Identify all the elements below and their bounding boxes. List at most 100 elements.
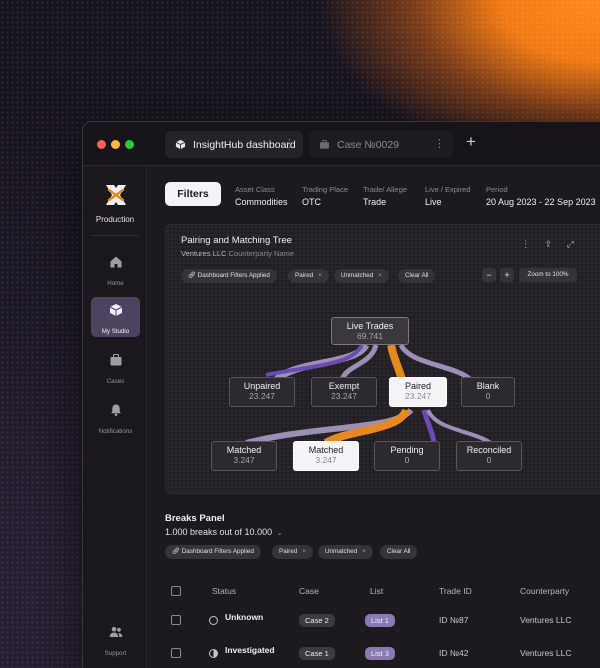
tab-label: InsightHub dashboard bbox=[193, 138, 296, 151]
breaks-table-header: Status Case List Trade ID Counterparty bbox=[148, 586, 600, 600]
node-value: 69.741 bbox=[357, 331, 383, 341]
node-label: Reconciled bbox=[466, 445, 512, 455]
chip-remove-icon[interactable]: × bbox=[362, 548, 366, 555]
sidebar-item-label: Cases bbox=[106, 378, 125, 385]
briefcase-icon bbox=[110, 353, 121, 366]
column-header-status[interactable]: Status bbox=[212, 586, 236, 596]
filters-button[interactable]: Filters bbox=[165, 182, 221, 206]
column-header-list[interactable]: List bbox=[370, 586, 383, 596]
breaks-count-label: 1.000 breaks out of 10.000 bbox=[165, 527, 273, 537]
tab-insighthub-dashboard[interactable]: InsightHub dashboard ⋮ bbox=[165, 131, 303, 158]
chip-remove-icon[interactable]: × bbox=[302, 548, 306, 555]
briefcase-icon bbox=[319, 139, 330, 149]
filter-value: Live bbox=[425, 197, 442, 207]
node-label: Pending bbox=[390, 445, 424, 455]
tab-menu-icon[interactable]: ⋮ bbox=[434, 137, 445, 150]
node-label: Matched bbox=[226, 445, 262, 455]
link-paired-reconciled bbox=[426, 409, 493, 445]
breaks-panel-title: Breaks Panel bbox=[165, 513, 225, 524]
filter-value: OTC bbox=[302, 197, 321, 207]
node-exempt[interactable]: Exempt 23.247 bbox=[311, 377, 377, 407]
main-content: Filters Asset Class Commodities Trading … bbox=[148, 167, 600, 668]
node-pending[interactable]: Pending 0 bbox=[374, 441, 440, 471]
node-label: Matched bbox=[308, 445, 344, 455]
chip-dashboard-filters[interactable]: 🔗︎ Dashboard Filters Applied bbox=[165, 545, 261, 559]
case-badge[interactable]: Case 1 bbox=[299, 647, 335, 660]
filter-asset-class[interactable]: Asset Class Commodities bbox=[235, 185, 288, 207]
filter-value: Trade bbox=[363, 197, 387, 207]
sidebar-item-label: Notifications bbox=[98, 428, 133, 435]
filter-trading-place[interactable]: Trading Place OTC bbox=[302, 185, 348, 207]
table-row[interactable]: Unknown Case 2 List 1 ID №87 Ventures LL… bbox=[148, 611, 600, 633]
filter-value: 20 Aug 2023 - 22 Sep 2023 bbox=[486, 197, 596, 207]
chip-paired[interactable]: Paired × bbox=[272, 545, 313, 559]
column-header-trade-id[interactable]: Trade ID bbox=[439, 586, 472, 596]
list-badge[interactable]: List 3 bbox=[365, 647, 395, 660]
sidebar-item-support[interactable]: Support bbox=[91, 619, 140, 659]
node-blank[interactable]: Blank 0 bbox=[461, 377, 515, 407]
new-tab-plus-icon[interactable]: + bbox=[466, 132, 476, 152]
select-all-checkbox[interactable] bbox=[171, 586, 181, 596]
node-value: 3.247 bbox=[233, 455, 255, 465]
breaks-count-dropdown[interactable]: 1.000 breaks out of 10.000 ⌄ bbox=[165, 527, 283, 537]
row-checkbox[interactable] bbox=[171, 648, 181, 658]
home-icon bbox=[110, 256, 121, 268]
node-label: Paired bbox=[404, 381, 431, 391]
tab-case-0029[interactable]: Case №0029 ⋮ bbox=[309, 131, 453, 158]
counterparty: Ventures LLC bbox=[520, 648, 572, 658]
filter-trade-allege[interactable]: Trade/ Allege Trade bbox=[363, 185, 407, 207]
node-live-trades[interactable]: Live Trades 69.741 bbox=[331, 317, 409, 345]
app-window: InsightHub dashboard ⋮ Case №0029 ⋮ + Pr… bbox=[82, 121, 600, 668]
table-row[interactable]: Investigated Case 1 List 3 ID №42 Ventur… bbox=[148, 644, 600, 666]
sidebar-item-notifications[interactable]: Notifications bbox=[91, 397, 140, 437]
sidebar-item-cases[interactable]: Cases bbox=[91, 347, 140, 387]
filter-value: Commodities bbox=[235, 197, 288, 207]
chip-label: Dashboard Filters Applied bbox=[181, 548, 254, 555]
tab-label: Case №0029 bbox=[337, 138, 400, 151]
node-value: 0 bbox=[404, 455, 410, 465]
node-reconciled[interactable]: Reconciled 0 bbox=[456, 441, 522, 471]
filter-label: Trade/ Allege bbox=[363, 185, 407, 194]
maximize-window-button[interactable] bbox=[125, 140, 134, 149]
cube-icon bbox=[109, 304, 122, 316]
node-paired[interactable]: Paired 23.247 bbox=[389, 377, 447, 407]
column-header-case[interactable]: Case bbox=[299, 586, 319, 596]
node-unpaired[interactable]: Unpaired 23.247 bbox=[229, 377, 295, 407]
sidebar-item-my-studio[interactable]: My Studio bbox=[91, 297, 140, 337]
column-header-counterparty[interactable]: Counterparty bbox=[520, 586, 569, 596]
node-value: 0 bbox=[486, 455, 492, 465]
link-icon: 🔗︎ bbox=[172, 548, 182, 555]
filter-label: Period bbox=[486, 185, 508, 194]
list-badge[interactable]: List 1 bbox=[365, 614, 395, 627]
trade-id: ID №42 bbox=[439, 648, 469, 658]
node-value: 23.247 bbox=[331, 391, 357, 401]
chip-clear-all[interactable]: Clear All bbox=[380, 545, 418, 559]
filter-label: Trading Place bbox=[302, 185, 348, 194]
chip-unmatched[interactable]: Unmatched × bbox=[318, 545, 373, 559]
trade-id: ID №87 bbox=[439, 615, 469, 625]
node-label: Blank bbox=[476, 381, 500, 391]
workspace-name: Production bbox=[95, 215, 135, 224]
row-checkbox[interactable] bbox=[171, 615, 181, 625]
filter-period[interactable]: Period 20 Aug 2023 - 22 Sep 2023 bbox=[486, 185, 596, 207]
node-label: Live Trades bbox=[346, 321, 394, 331]
node-matched-selected[interactable]: Matched 3.247 bbox=[293, 441, 359, 471]
sidebar-item-home[interactable]: Home bbox=[91, 249, 140, 289]
cube-icon bbox=[175, 139, 186, 150]
production-logo-icon[interactable] bbox=[102, 181, 130, 209]
tab-menu-icon[interactable]: ⋮ bbox=[284, 137, 295, 150]
node-matched[interactable]: Matched 3.247 bbox=[211, 441, 277, 471]
node-value: 23.247 bbox=[405, 391, 431, 401]
chevron-down-icon: ⌄ bbox=[276, 528, 283, 537]
node-value: 3.247 bbox=[315, 455, 337, 465]
filter-live-expired[interactable]: Live / Expired Live bbox=[425, 185, 470, 207]
case-badge[interactable]: Case 2 bbox=[299, 614, 335, 627]
node-label: Exempt bbox=[328, 381, 360, 391]
node-label: Unpaired bbox=[243, 381, 281, 391]
node-value: 23.247 bbox=[249, 391, 275, 401]
sidebar-item-label: My Studio bbox=[101, 328, 130, 335]
minimize-window-button[interactable] bbox=[111, 140, 120, 149]
close-window-button[interactable] bbox=[97, 140, 106, 149]
chip-label: Paired bbox=[279, 548, 298, 555]
sidebar: Production Home My Studio Cases Notifica… bbox=[83, 167, 147, 668]
